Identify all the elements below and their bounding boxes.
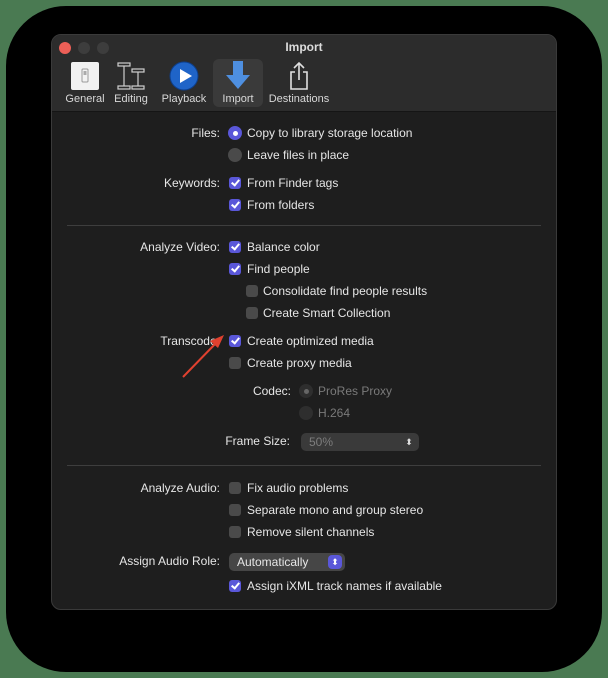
film-editing-icon: [117, 62, 145, 90]
remove-silent-label[interactable]: Remove silent channels: [247, 525, 374, 539]
analyze-audio-label: Analyze Audio:: [140, 481, 220, 495]
keywords-label: Keywords:: [163, 176, 220, 190]
frame-size-popup[interactable]: 50% ⬍: [301, 433, 419, 451]
tab-playback-label: Playback: [161, 93, 207, 105]
files-label: Files:: [191, 126, 220, 140]
fix-audio-checkbox[interactable]: [229, 482, 241, 494]
smart-collection-checkbox[interactable]: [246, 307, 258, 319]
prores-proxy-label[interactable]: ProRes Proxy: [318, 384, 392, 398]
optimized-media-label[interactable]: Create optimized media: [247, 334, 374, 348]
play-icon: [169, 61, 199, 91]
tab-editing-label: Editing: [114, 93, 148, 105]
from-folders-checkbox[interactable]: [229, 199, 241, 211]
chevron-updown-icon: ⬍: [405, 437, 413, 447]
consolidate-people-checkbox[interactable]: [246, 285, 258, 297]
h264-radio[interactable]: [299, 406, 313, 420]
proxy-media-label[interactable]: Create proxy media: [247, 356, 352, 370]
smart-collection-label[interactable]: Create Smart Collection: [263, 306, 390, 320]
tab-destinations[interactable]: Destinations: [264, 59, 334, 107]
window-title: Import: [285, 40, 323, 54]
separator: [67, 225, 541, 226]
leave-files-radio[interactable]: [228, 148, 242, 162]
general-switch-icon: [71, 62, 99, 90]
frame-size-value: 50%: [309, 435, 334, 449]
analyze-video-label: Analyze Video:: [140, 240, 220, 254]
finder-tags-label[interactable]: From Finder tags: [247, 176, 338, 190]
from-folders-label[interactable]: From folders: [247, 198, 314, 212]
tab-general-label: General: [65, 93, 105, 105]
audio-role-popup[interactable]: Automatically ⬍: [229, 553, 345, 571]
codec-label: Codec:: [252, 384, 291, 398]
share-icon: [290, 61, 308, 90]
tab-import-label: Import: [222, 93, 254, 105]
ixml-label[interactable]: Assign iXML track names if available: [247, 579, 442, 593]
balance-color-label[interactable]: Balance color: [247, 240, 320, 254]
h264-label[interactable]: H.264: [318, 406, 350, 420]
annotation-arrow: [182, 335, 224, 378]
title-bar: Import General Editing Playback Import D…: [52, 35, 556, 112]
tab-general[interactable]: General: [60, 59, 110, 107]
ixml-checkbox[interactable]: [229, 580, 241, 592]
separate-mono-checkbox[interactable]: [229, 504, 241, 516]
audio-role-value: Automatically: [237, 555, 309, 569]
tab-editing[interactable]: Editing: [110, 59, 152, 107]
find-people-checkbox[interactable]: [229, 263, 241, 275]
leave-files-label[interactable]: Leave files in place: [247, 148, 349, 162]
audio-role-label: Assign Audio Role:: [119, 554, 220, 568]
import-arrow-icon: [226, 61, 250, 89]
proxy-media-checkbox[interactable]: [229, 357, 241, 369]
copy-to-library-radio[interactable]: [228, 126, 242, 140]
separate-mono-label[interactable]: Separate mono and group stereo: [247, 503, 423, 517]
optimized-media-checkbox[interactable]: [229, 335, 241, 347]
tab-destinations-label: Destinations: [268, 93, 330, 105]
separator: [67, 465, 541, 466]
prores-proxy-radio[interactable]: [299, 384, 313, 398]
tab-import[interactable]: Import: [213, 59, 263, 107]
finder-tags-checkbox[interactable]: [229, 177, 241, 189]
preferences-window: Import General Editing Playback Import D…: [51, 34, 557, 610]
chevron-updown-icon: ⬍: [328, 555, 342, 569]
find-people-label[interactable]: Find people: [247, 262, 310, 276]
consolidate-people-label[interactable]: Consolidate find people results: [263, 284, 427, 298]
copy-to-library-label[interactable]: Copy to library storage location: [247, 126, 412, 140]
balance-color-checkbox[interactable]: [229, 241, 241, 253]
remove-silent-checkbox[interactable]: [229, 526, 241, 538]
frame-size-label: Frame Size:: [225, 434, 290, 448]
fix-audio-label[interactable]: Fix audio problems: [247, 481, 348, 495]
tab-playback[interactable]: Playback: [156, 59, 212, 107]
